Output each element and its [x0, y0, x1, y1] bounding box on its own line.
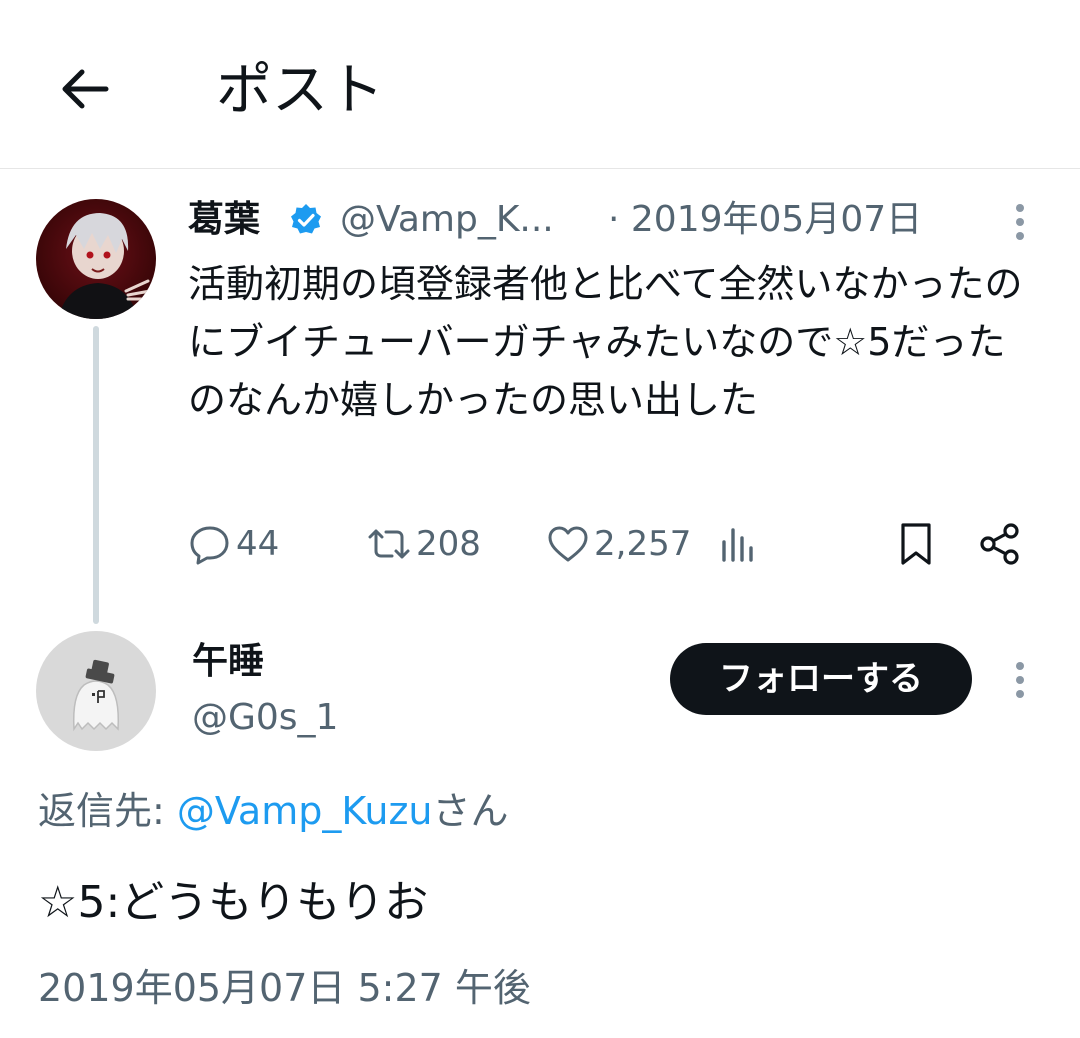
- author-name[interactable]: 葛葉: [188, 196, 260, 244]
- bookmark-button[interactable]: [896, 520, 936, 568]
- retweet-button[interactable]: 208: [366, 520, 481, 568]
- author-handle[interactable]: @Vamp_K...: [340, 196, 554, 244]
- reply-author-name[interactable]: 午睡: [192, 637, 264, 687]
- reply-text: ☆5:どうもりもりお: [38, 877, 429, 928]
- like-count: 2,257: [594, 524, 692, 564]
- thread-line: [93, 326, 99, 624]
- reply-to-prefix: 返信先:: [38, 789, 177, 833]
- views-icon: [718, 522, 758, 566]
- header: ポスト: [0, 0, 1080, 169]
- reply-to-mention-link[interactable]: @Vamp_Kuzu: [177, 789, 433, 833]
- like-button[interactable]: 2,257: [546, 520, 691, 568]
- post-text: 活動初期の頃登録者他と比べて全然いなかったのにブイチューバーガチャみたいなので☆…: [188, 262, 1023, 422]
- reply-count: 44: [236, 524, 280, 564]
- retweet-count: 208: [416, 524, 481, 564]
- bookmark-icon: [896, 521, 936, 567]
- verified-badge-icon: [288, 202, 324, 238]
- avatar[interactable]: [36, 631, 156, 751]
- post-date[interactable]: · 2019年05月07日: [608, 196, 922, 244]
- reply-icon: [188, 522, 232, 566]
- page-title: ポスト: [216, 58, 384, 123]
- retweet-icon: [366, 522, 412, 566]
- share-button[interactable]: [978, 520, 1022, 568]
- follow-button[interactable]: フォローする: [670, 643, 972, 715]
- reply-to-line: 返信先: @Vamp_Kuzuさん: [38, 785, 509, 837]
- more-vertical-icon[interactable]: [1014, 202, 1026, 242]
- reply-timestamp[interactable]: 2019年05月07日 5:27 午後: [38, 962, 531, 1014]
- heart-icon: [546, 522, 590, 566]
- arrow-left-icon[interactable]: [58, 62, 112, 116]
- views-button[interactable]: [718, 520, 758, 568]
- share-icon: [978, 521, 1022, 567]
- reply-author-handle[interactable]: @G0s_1: [192, 693, 338, 743]
- more-vertical-icon[interactable]: [1014, 660, 1026, 700]
- avatar[interactable]: [36, 199, 156, 319]
- reply-button[interactable]: 44: [188, 520, 279, 568]
- reply-to-suffix: さん: [432, 789, 509, 833]
